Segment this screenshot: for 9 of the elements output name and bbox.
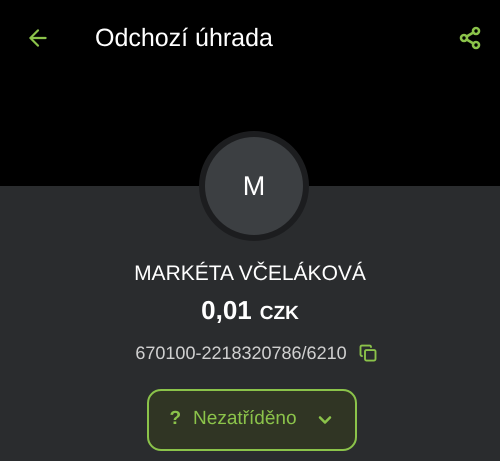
- currency: CZK: [260, 302, 299, 326]
- category-dropdown[interactable]: ? Nezatříděno: [147, 388, 357, 450]
- question-mark-icon: ?: [169, 405, 182, 434]
- copy-icon[interactable]: [358, 344, 377, 362]
- amount: 0,01: [201, 295, 252, 325]
- recipient-name: MARKÉTA VČELÁKOVÁ: [134, 261, 366, 287]
- share-icon: [458, 26, 482, 50]
- account-number: 670100-2218320786/6210: [135, 342, 347, 364]
- page-title: Odchozí úhrada: [95, 23, 273, 54]
